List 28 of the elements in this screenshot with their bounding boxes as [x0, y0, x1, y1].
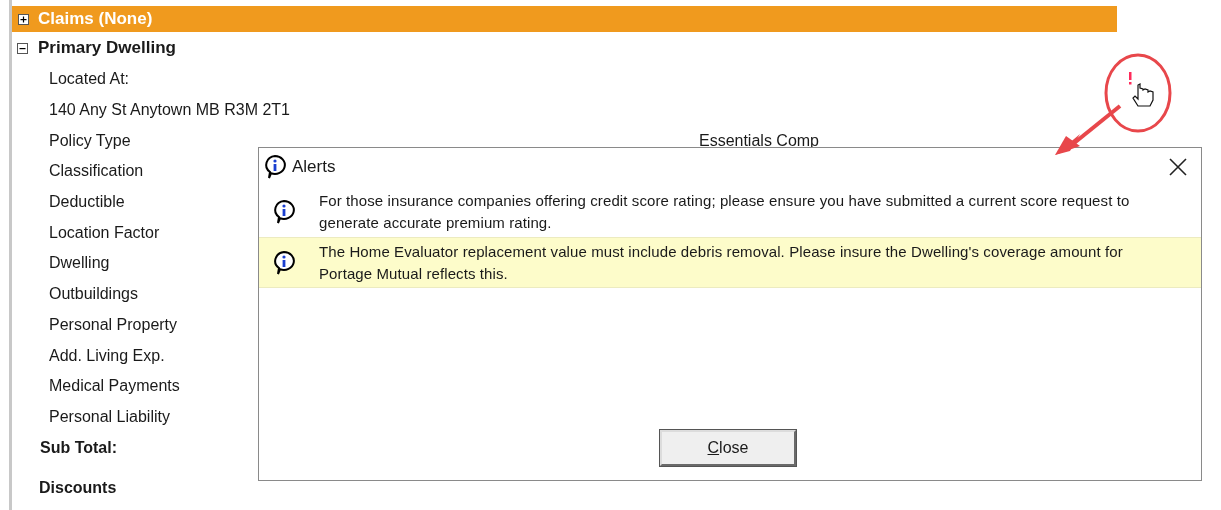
- alert-message: The Home Evaluator replacement value must include debris removal. Please insure the Dwelling's coverage amount for Portage Mutual reflects this.: [319, 241, 1124, 284]
- section-title: Primary Dwelling: [38, 37, 176, 60]
- field-label: Outbuildings: [49, 284, 138, 305]
- section-heading: Discounts: [39, 479, 117, 498]
- info-icon: [262, 154, 288, 180]
- close-button[interactable]: Close: [660, 430, 796, 466]
- close-icon[interactable]: [1169, 158, 1187, 176]
- field-label: Add. Living Exp.: [49, 345, 165, 366]
- field-label: Policy Type: [49, 130, 131, 151]
- info-icon: [271, 198, 297, 225]
- expand-icon[interactable]: [18, 13, 29, 25]
- field-label: 140 Any St Anytown MB R3M 2T1: [49, 100, 290, 121]
- field-value: Essentials Comp: [698, 130, 819, 151]
- field-label: Dwelling: [49, 253, 110, 274]
- field-label: Location Factor: [49, 222, 160, 243]
- field-label: Personal Property: [49, 314, 178, 335]
- alert-row[interactable]: The Home Evaluator replacement value must include debris removal. Please insure the Dwelling's coverage amount for Portage Mutual reflects this.: [259, 237, 1201, 288]
- field-label: Located At:: [49, 69, 130, 90]
- dialog-title: Alerts: [292, 156, 336, 179]
- info-icon: [271, 249, 297, 276]
- collapse-icon[interactable]: [17, 42, 28, 54]
- subtotal-label: Sub Total:: [40, 437, 118, 458]
- field-label: Deductible: [49, 192, 125, 213]
- field-label: Personal Liability: [49, 406, 170, 427]
- alert-message: For those insurance companies offering credit score rating; please ensure you have submitted a current score request to generate accurate premium rating.: [319, 190, 1131, 233]
- section-title: Claims (None): [38, 9, 153, 29]
- field-label: Classification: [49, 161, 144, 182]
- field-label: Medical Payments: [49, 376, 180, 397]
